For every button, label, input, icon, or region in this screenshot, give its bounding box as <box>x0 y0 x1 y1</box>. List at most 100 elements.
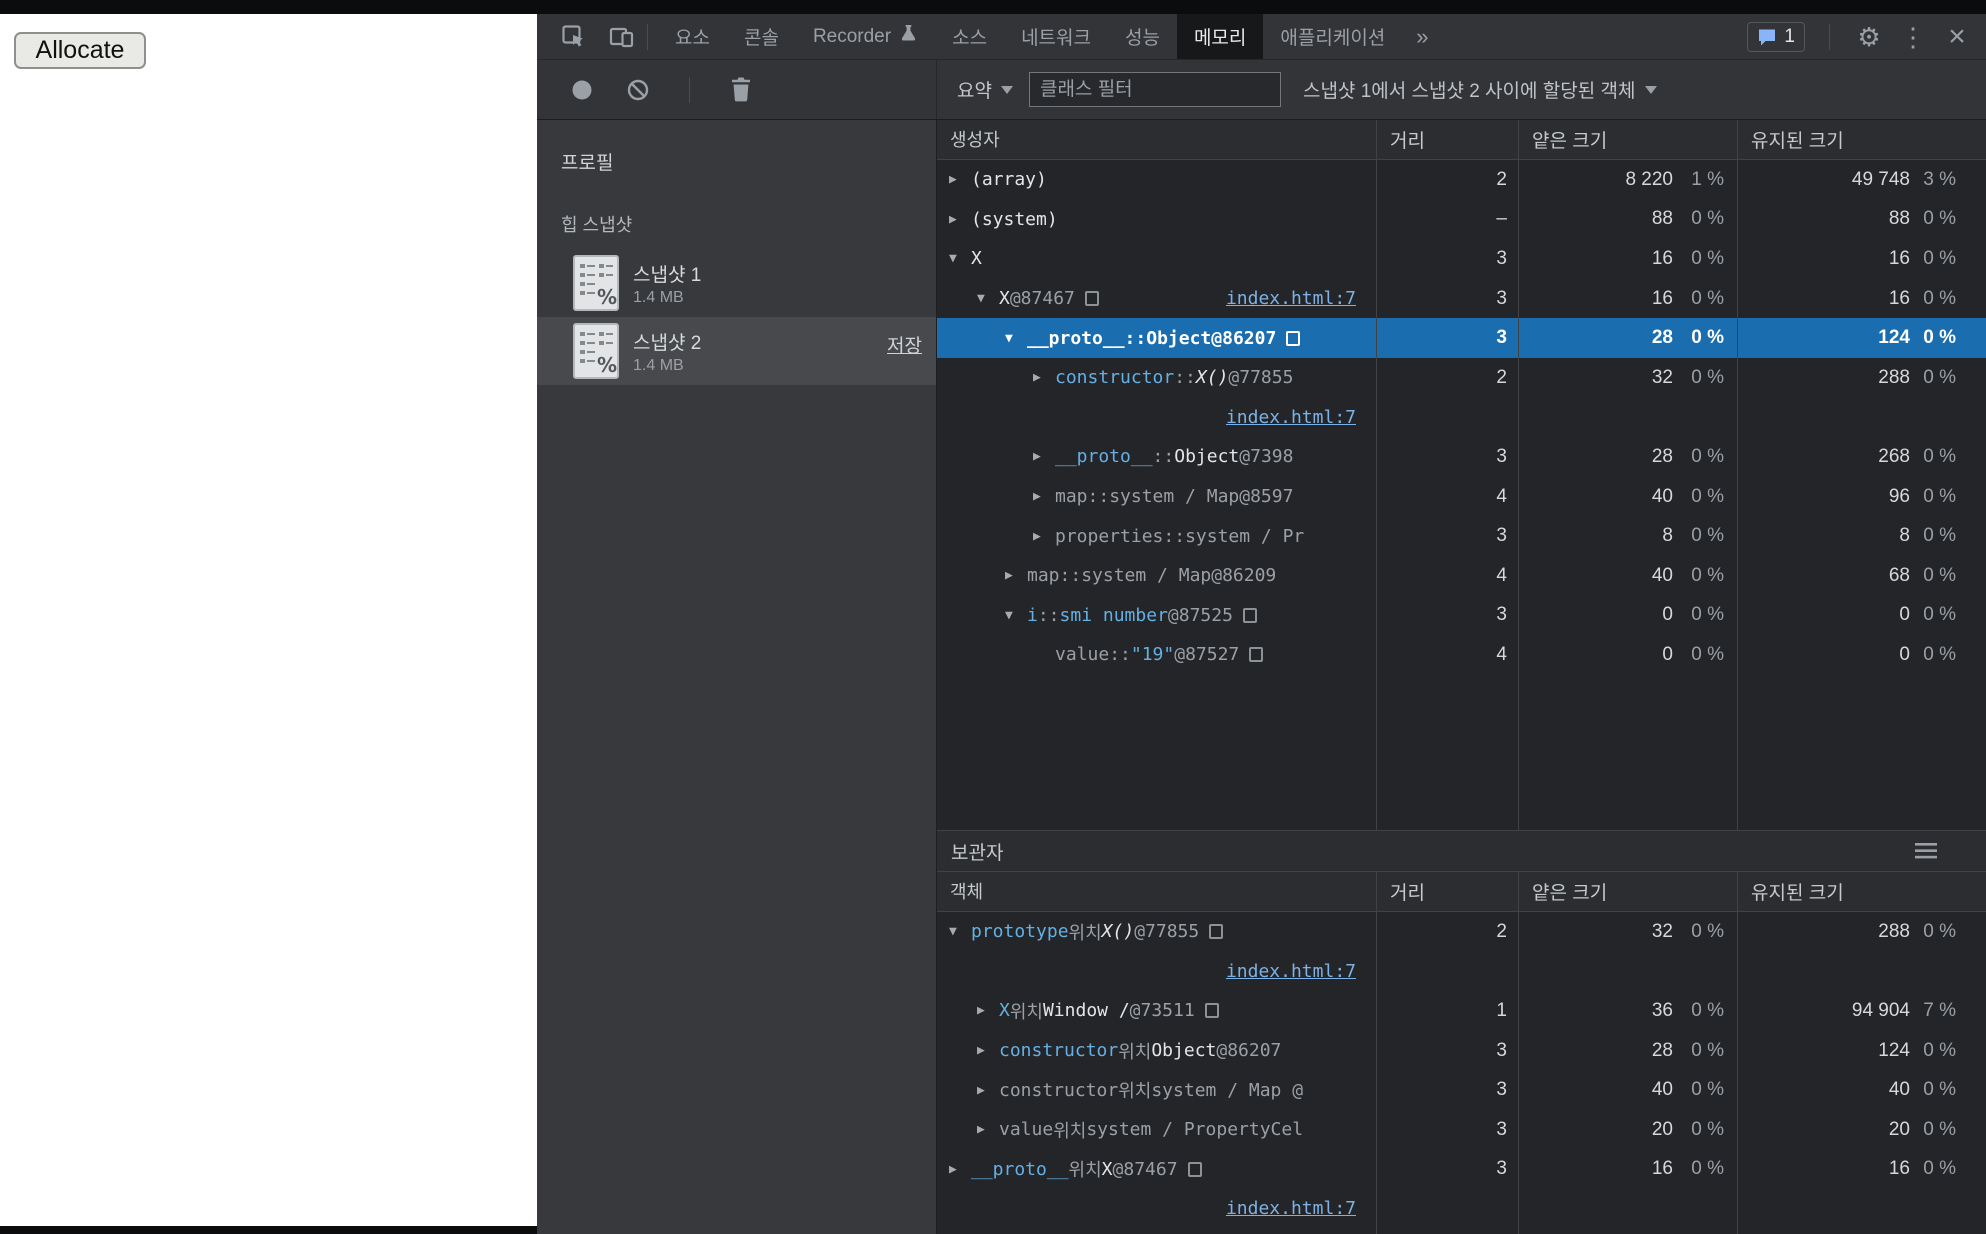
tree-row[interactable]: ▼ __proto__ :: Object @86207 3 28 0 % 124 0 % <box>937 318 1986 358</box>
tree-collapsed-icon[interactable]: ▶ <box>1033 449 1055 464</box>
shallow-size-cell: 0 0 % <box>1518 596 1737 636</box>
snapshot-save-link[interactable]: 저장 <box>887 331 922 358</box>
tree-row[interactable]: ▶ (system) – 88 0 % 88 0 % <box>937 200 1986 240</box>
shallow-size-percent: 0 % <box>1691 1039 1724 1061</box>
object-preview-icon[interactable] <box>1242 607 1257 623</box>
tree-row[interactable]: ▶ map :: system / Map @86209 4 40 0 % 68 0 % <box>937 556 1986 596</box>
column-header[interactable]: 얕은 크기 <box>1518 120 1737 159</box>
object-cell: ▶ map :: system / Map @8597 <box>937 477 1376 517</box>
tree-row[interactable]: index.html:7 <box>937 398 1986 438</box>
column-header[interactable]: 객체 <box>937 872 1376 911</box>
object-preview-icon[interactable] <box>1084 291 1099 307</box>
shallow-size-cell: 16 0 % <box>1518 1150 1737 1190</box>
device-toolbar-icon[interactable] <box>607 22 637 52</box>
shallow-size-percent: 0 % <box>1691 1118 1724 1140</box>
tree-collapsed-icon[interactable]: ▶ <box>949 172 971 187</box>
settings-gear-icon[interactable]: ⚙ <box>1854 22 1884 52</box>
tree-expanded-icon[interactable]: ▼ <box>1005 331 1027 346</box>
column-header[interactable]: 유지된 크기 <box>1737 120 1986 159</box>
tree-row[interactable]: ▶ X 위치 Window / @73511 1 36 0 % 94 904 7 % <box>937 991 1986 1031</box>
tree-row[interactable]: ▶ constructor 위치 system / Map @ 3 40 0 % 40 0 … <box>937 1070 1986 1110</box>
tree-row[interactable]: index.html:7 <box>937 1189 1986 1229</box>
tree-collapsed-icon[interactable]: ▶ <box>1033 529 1055 544</box>
tree-row[interactable]: ▶ constructor 위치 Object @86207 3 28 0 % 124 0 … <box>937 1031 1986 1071</box>
inspect-element-icon[interactable] <box>559 22 589 52</box>
object-preview-icon[interactable] <box>1204 1003 1219 1019</box>
shallow-size-cell: 88 0 % <box>1518 200 1737 240</box>
tree-row[interactable]: ▼ i :: smi number @87525 3 0 0 % 0 0 % <box>937 596 1986 636</box>
tab-소스[interactable]: 소스 <box>935 14 1004 59</box>
tree-row[interactable]: ▶ __proto__ :: Object @7398 3 28 0 % 268 0 % <box>937 437 1986 477</box>
object-preview-icon[interactable] <box>1209 924 1224 940</box>
tree-collapsed-icon[interactable]: ▶ <box>1033 489 1055 504</box>
tab-콘솔[interactable]: 콘솔 <box>727 14 796 59</box>
tree-collapsed-icon[interactable]: ▶ <box>977 1083 999 1098</box>
tab-요소[interactable]: 요소 <box>658 14 727 59</box>
column-header[interactable]: 얕은 크기 <box>1518 872 1737 911</box>
retained-size-percent: 0 % <box>1923 1039 1956 1061</box>
tree-collapsed-icon[interactable]: ▶ <box>977 1003 999 1018</box>
class-filter-input[interactable] <box>1028 72 1281 107</box>
shallow-size-percent: 0 % <box>1691 643 1724 665</box>
tab-메모리[interactable]: 메모리 <box>1176 14 1264 59</box>
shallow-size-value: 8 <box>1662 525 1673 547</box>
shallow-size-percent: 0 % <box>1691 208 1724 230</box>
tree-expanded-icon[interactable]: ▼ <box>949 924 971 939</box>
shallow-size-percent: 0 % <box>1691 485 1724 507</box>
tree-expanded-icon[interactable]: ▼ <box>1005 608 1027 623</box>
clear-profiles-icon[interactable] <box>623 75 653 105</box>
tree-collapsed-icon[interactable]: ▶ <box>949 212 971 227</box>
shallow-size-cell: 40 0 % <box>1518 477 1737 517</box>
snapshot-name: 스냅샷 1 <box>633 264 702 286</box>
column-header[interactable]: 거리 <box>1376 872 1518 911</box>
tree-row[interactable]: ▼ prototype 위치 X() @77855 2 32 0 % 288 0 % <box>937 912 1986 952</box>
source-link[interactable]: index.html:7 <box>1226 407 1356 428</box>
perspective-select[interactable]: 요약 <box>957 76 1013 103</box>
column-header[interactable]: 유지된 크기 <box>1737 872 1986 911</box>
tree-collapsed-icon[interactable]: ▶ <box>1033 370 1055 385</box>
column-header[interactable]: 생성자 <box>937 120 1376 159</box>
retained-size-value: 16 <box>1888 287 1910 309</box>
source-link[interactable]: index.html:7 <box>1226 1198 1356 1219</box>
tree-row[interactable]: ▶ value 위치 system / PropertyCel 3 20 0 % 20 0 … <box>937 1110 1986 1150</box>
retained-size-percent: 0 % <box>1923 247 1956 269</box>
tree-collapsed-icon[interactable]: ▶ <box>977 1122 999 1137</box>
tree-row[interactable]: index.html:7 <box>937 952 1986 992</box>
kebab-menu-icon[interactable]: ⋮ <box>1898 22 1928 52</box>
retainers-menu-icon[interactable] <box>1912 836 1942 866</box>
tree-row[interactable]: value :: "19" @87527 4 0 0 % 0 0 % <box>937 635 1986 675</box>
tree-row[interactable]: ▶ constructor :: X() @77855 2 32 0 % 288 0 % <box>937 358 1986 398</box>
tree-row[interactable]: ▶ (array) 2 8 220 1 % 49 748 3 % <box>937 160 1986 200</box>
tree-collapsed-icon[interactable]: ▶ <box>1005 568 1027 583</box>
more-tabs-button[interactable]: » <box>1402 14 1442 59</box>
object-preview-icon[interactable] <box>1187 1161 1202 1177</box>
heap-snapshot-item[interactable]: % 스냅샷 1 1.4 MB <box>537 249 936 317</box>
object-text: constructor <box>1055 367 1175 389</box>
allocate-button[interactable]: Allocate <box>14 32 146 69</box>
tree-expanded-icon[interactable]: ▼ <box>977 291 999 306</box>
tree-row[interactable]: ▶ properties :: system / Pr 3 8 0 % 8 0 % <box>937 516 1986 556</box>
source-link[interactable]: index.html:7 <box>1226 288 1376 309</box>
tab-네트워크[interactable]: 네트워크 <box>1004 14 1108 59</box>
delete-profile-trash-icon[interactable] <box>726 75 756 105</box>
tree-collapsed-icon[interactable]: ▶ <box>977 1043 999 1058</box>
tree-row[interactable]: ▶ __proto__ 위치 X @87467 3 16 0 % 16 0 % <box>937 1150 1986 1190</box>
tree-row[interactable]: ▼ X 3 16 0 % 16 0 % <box>937 239 1986 279</box>
close-devtools-icon[interactable]: × <box>1942 21 1972 52</box>
tab-Recorder[interactable]: Recorder <box>796 14 935 59</box>
tab-성능[interactable]: 성능 <box>1108 14 1177 59</box>
object-preview-icon[interactable] <box>1286 330 1301 346</box>
object-preview-icon[interactable] <box>1249 647 1264 663</box>
tree-row[interactable]: ▶ map :: system / Map @8597 4 40 0 % 96 0 % <box>937 477 1986 517</box>
column-header[interactable]: 거리 <box>1376 120 1518 159</box>
record-heap-snapshot-icon[interactable] <box>567 75 597 105</box>
source-link[interactable]: index.html:7 <box>1226 961 1356 982</box>
tree-row[interactable]: ▼ X @87467 index.html:7 3 16 0 % 16 0 % <box>937 279 1986 319</box>
issues-counter[interactable]: 1 <box>1747 21 1805 52</box>
tab-애플리케이션[interactable]: 애플리케이션 <box>1263 14 1402 59</box>
snapshot-range-select[interactable]: 스냅샷 1에서 스냅샷 2 사이에 할당된 객체 <box>1303 76 1658 103</box>
heap-snapshot-item[interactable]: % 스냅샷 2 1.4 MB 저장 <box>537 317 936 385</box>
distance-cell: – <box>1496 208 1507 230</box>
tree-expanded-icon[interactable]: ▼ <box>949 251 971 266</box>
tree-collapsed-icon[interactable]: ▶ <box>949 1162 971 1177</box>
